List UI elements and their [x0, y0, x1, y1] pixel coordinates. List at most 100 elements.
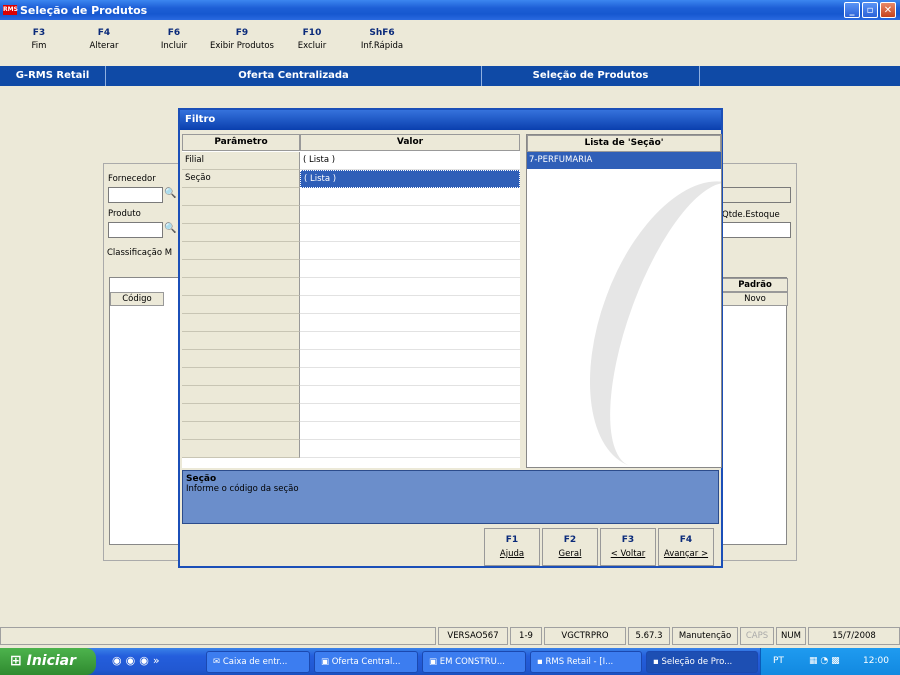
browser-icon[interactable]: ◉: [112, 654, 126, 667]
filter-dialog: Filtro Parâmetro Valor Filial ( Lista ) …: [178, 108, 723, 568]
tray-icons[interactable]: ▦ ◔ ▩: [809, 648, 840, 675]
grid-col-novo: Novo: [722, 292, 788, 306]
minimize-button[interactable]: _: [844, 2, 860, 18]
watermark-swoosh: [554, 156, 721, 467]
button-key: F3: [621, 535, 635, 545]
param-name: Seção: [182, 170, 300, 188]
status-caps: CAPS: [740, 627, 774, 645]
window-titlebar[interactable]: RMS Seleção de Produtos _ ▫ ✕: [0, 0, 900, 20]
param-value[interactable]: ( Lista ): [300, 170, 520, 188]
start-label: Iniciar: [26, 653, 77, 669]
avancar-button[interactable]: F4 Avançar >: [658, 528, 714, 566]
header-app: G-RMS Retail: [0, 66, 106, 86]
fkey-label: Alterar: [89, 41, 119, 51]
start-button[interactable]: ⊞ Iniciar: [0, 648, 96, 675]
tab-classificacao[interactable]: Classificação M: [107, 248, 172, 258]
fkey-label: Exibir Produtos: [210, 41, 274, 51]
word-icon: ▣: [429, 657, 438, 667]
produto-input[interactable]: [108, 222, 163, 238]
task-rms-retail[interactable]: ▪ RMS Retail - [I...: [530, 651, 642, 673]
button-label: < Voltar: [610, 549, 646, 559]
task-label: Oferta Central...: [331, 657, 401, 667]
col-valor: Valor: [300, 134, 520, 151]
fornecedor-input[interactable]: [108, 187, 163, 203]
fkey-label: Incluir: [160, 41, 188, 51]
status-program: VGCTRPRO: [544, 627, 626, 645]
fkey-alterar-button[interactable]: F4 Alterar: [84, 28, 124, 51]
status-num: NUM: [776, 627, 806, 645]
fkey-key: F3: [32, 28, 46, 38]
fkey-inf-rapida-button[interactable]: ShF6 Inf.Rápida: [356, 28, 408, 51]
binoculars-icon[interactable]: 🔍: [164, 188, 176, 199]
status-build: 5.67.3: [628, 627, 670, 645]
language-indicator[interactable]: PT: [773, 648, 784, 675]
fkey-label: Fim: [31, 41, 47, 51]
fkey-key: F9: [235, 28, 249, 38]
task-em-construcao[interactable]: ▣ EM CONSTRU...: [422, 651, 526, 673]
app-icon: RMS: [3, 5, 18, 15]
fornecedor-label: Fornecedor: [108, 174, 156, 184]
window-title: Seleção de Produtos: [20, 3, 148, 17]
module-header: G-RMS Retail Oferta Centralizada Seleção…: [0, 66, 900, 86]
task-label: Caixa de entr...: [222, 657, 288, 667]
status-mode: Manutenção: [672, 627, 738, 645]
fkey-label: Inf.Rápida: [360, 41, 404, 51]
mail-icon: ✉: [213, 657, 221, 667]
task-caixa-entrada[interactable]: ✉ Caixa de entr...: [206, 651, 310, 673]
dialog-title: Filtro: [180, 110, 721, 130]
maximize-button[interactable]: ▫: [862, 2, 878, 18]
help-panel: Seção Informe o código da seção: [182, 470, 719, 524]
fkey-fim-button[interactable]: F3 Fim: [24, 28, 54, 51]
windows-logo-icon: ⊞: [10, 653, 22, 669]
fkey-excluir-button[interactable]: F10 Excluir: [294, 28, 330, 51]
help-title: Seção: [186, 474, 217, 484]
rms-icon: ▪: [537, 657, 543, 667]
list-item[interactable]: 7-PERFUMARIA: [527, 152, 721, 169]
close-button[interactable]: ✕: [880, 2, 896, 18]
status-message: [0, 627, 436, 645]
param-row-secao[interactable]: Seção ( Lista ): [182, 170, 520, 188]
status-date: 15/7/2008: [808, 627, 900, 645]
function-key-toolbar: F3 Fim F4 Alterar F6 Incluir F9 Exibir P…: [0, 20, 900, 64]
param-row-filial[interactable]: Filial ( Lista ): [182, 152, 520, 170]
button-key: F4: [679, 535, 693, 545]
button-label: Ajuda: [499, 549, 525, 559]
list-title: Lista de 'Seção': [527, 135, 721, 152]
param-value[interactable]: ( Lista ): [300, 152, 520, 170]
fkey-exibir-produtos-button[interactable]: F9 Exibir Produtos: [206, 28, 278, 51]
grid-col-padrao: Padrão: [722, 278, 788, 292]
help-text: Informe o código da seção: [186, 484, 299, 494]
qtde-estoque-field: [722, 222, 791, 238]
windows-taskbar: ⊞ Iniciar ◉◉◉» ✉ Caixa de entr... ▣ Ofer…: [0, 648, 900, 675]
clock[interactable]: 12:00: [863, 648, 889, 675]
header-module: Oferta Centralizada: [106, 66, 482, 86]
task-selecao-produtos[interactable]: ▪ Seleção de Pro...: [646, 651, 758, 673]
task-oferta-central[interactable]: ▣ Oferta Central...: [314, 651, 418, 673]
geral-button[interactable]: F2 Geral: [542, 528, 598, 566]
ajuda-button[interactable]: F1 Ajuda: [484, 528, 540, 566]
grid-col-codigo: Código: [110, 292, 164, 306]
status-range: 1-9: [510, 627, 542, 645]
binoculars-icon[interactable]: 🔍: [164, 223, 176, 234]
fkey-key: F10: [302, 28, 322, 38]
task-label: RMS Retail - [I...: [545, 657, 614, 667]
param-name: Filial: [182, 152, 300, 170]
media-icon[interactable]: ◉: [139, 654, 153, 667]
fkey-key: F6: [167, 28, 181, 38]
fkey-label: Excluir: [297, 41, 327, 51]
dialog-buttons: F1 Ajuda F2 Geral F3 < Voltar F4 Avançar…: [484, 528, 714, 566]
quick-launch[interactable]: ◉◉◉»: [112, 654, 164, 667]
status-version: VERSAO567: [438, 627, 508, 645]
system-tray: PT ▦ ◔ ▩ 12:00: [760, 648, 900, 675]
outlook-icon[interactable]: ◉: [126, 654, 140, 667]
fornecedor-desc-field: [722, 187, 791, 203]
produto-label: Produto: [108, 209, 141, 219]
qtde-estoque-label: Qtde.Estoque: [722, 210, 780, 220]
fkey-incluir-button[interactable]: F6 Incluir: [154, 28, 194, 51]
col-parametro: Parâmetro: [182, 134, 300, 151]
fkey-key: F4: [97, 28, 111, 38]
status-bar: VERSAO567 1-9 VGCTRPRO 5.67.3 Manutenção…: [0, 626, 900, 646]
voltar-button[interactable]: F3 < Voltar: [600, 528, 656, 566]
button-key: F2: [563, 535, 577, 545]
secao-list[interactable]: Lista de 'Seção' 7-PERFUMARIA: [526, 134, 722, 468]
